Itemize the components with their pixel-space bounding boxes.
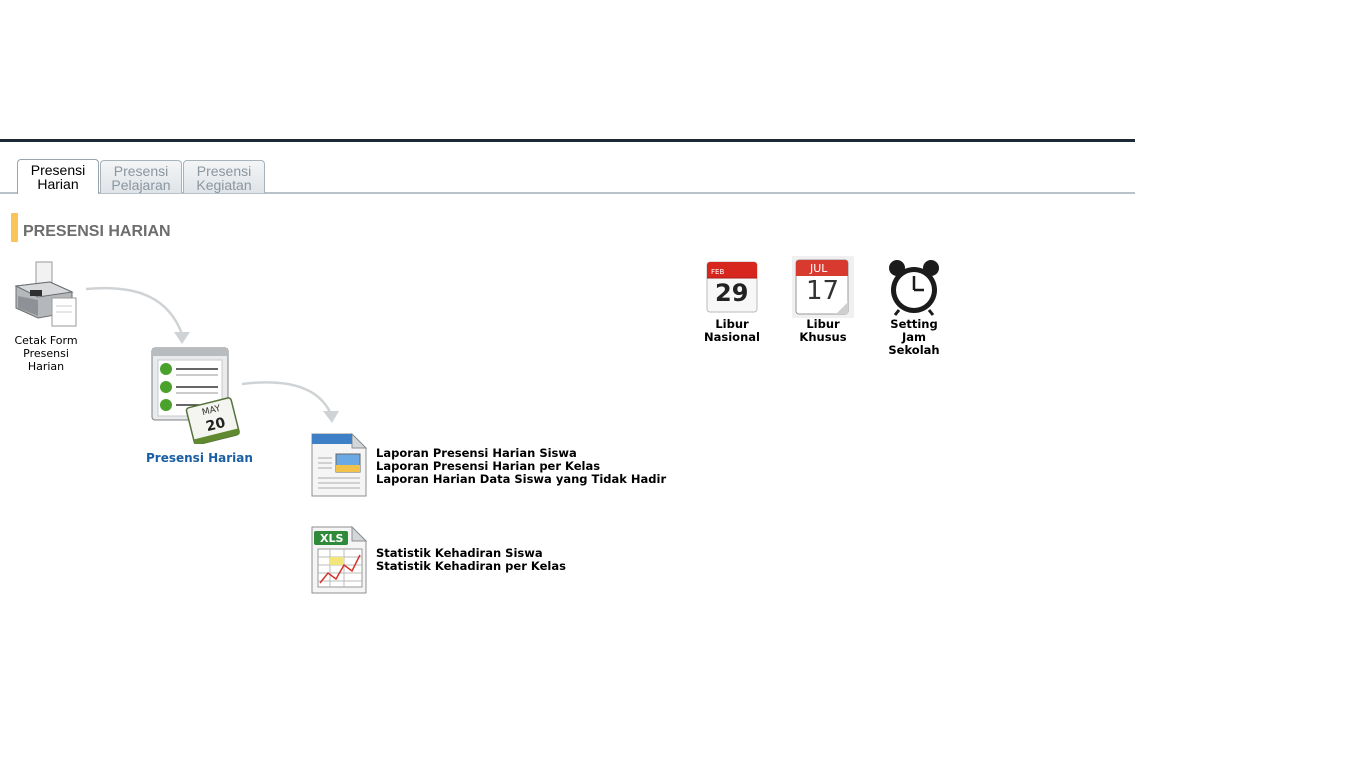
tab-label-line2: Pelajaran: [111, 177, 171, 193]
statistics-link-class[interactable]: Statistik Kehadiran per Kelas: [376, 560, 566, 573]
national-holiday-line2: Nasional: [704, 330, 760, 344]
tab-label-line1: Presensi: [196, 163, 252, 179]
national-holiday-button[interactable]: FEB 29: [705, 260, 759, 316]
flow-arrow-2: [241, 381, 339, 423]
tab-label-line2: Kegiatan: [196, 177, 252, 193]
section-title: PRESENSI HARIAN: [23, 223, 171, 240]
report-links: Laporan Presensi Harian Siswa Laporan Pr…: [376, 447, 666, 486]
daily-attendance-button[interactable]: MAY 20: [150, 346, 242, 446]
document-icon: [311, 432, 368, 497]
print-form-button[interactable]: [10, 260, 80, 330]
tab-presensi-harian[interactable]: Presensi Harian: [17, 159, 99, 194]
special-holiday-button[interactable]: JUL 17: [792, 256, 854, 318]
school-hours-button[interactable]: [887, 258, 941, 316]
tab-label-line1: Presensi: [113, 163, 169, 179]
statistics-links: Statistik Kehadiran Siswa Statistik Keha…: [376, 547, 566, 573]
checklist-calendar-icon: [151, 347, 240, 446]
section-accent-bar: [11, 213, 18, 242]
special-holiday-caption[interactable]: Libur Khusus: [788, 318, 858, 344]
xls-label: XLS: [320, 532, 344, 545]
calendar-month: FEB: [711, 268, 725, 276]
daily-attendance-link[interactable]: Presensi Harian: [146, 451, 253, 465]
report-doc-icon-wrap[interactable]: [308, 432, 370, 500]
flow-arrow-1: [85, 286, 190, 344]
calendar-day: 17: [806, 276, 840, 306]
statistics-icon-wrap[interactable]: XLS: [308, 525, 370, 597]
report-link-absent[interactable]: Laporan Harian Data Siswa yang Tidak Had…: [376, 473, 666, 486]
school-hours-caption[interactable]: Setting Jam Sekolah: [879, 318, 949, 357]
tab-presensi-pelajaran[interactable]: Presensi Pelajaran: [100, 160, 182, 193]
school-hours-line3: Sekolah: [888, 343, 940, 357]
print-form-caption[interactable]: Cetak Form Presensi Harian: [4, 334, 88, 373]
frame-top-border: [0, 139, 1135, 142]
tab-presensi-kegiatan[interactable]: Presensi Kegiatan: [183, 160, 265, 193]
alarm-clock-icon: [889, 260, 939, 316]
print-form-line2: Presensi Harian: [23, 347, 69, 373]
tab-label-line1: Presensi: [30, 162, 86, 178]
calendar-day: 29: [715, 279, 749, 307]
tab-label-line2: Harian: [37, 176, 79, 192]
print-form-line1: Cetak Form: [14, 334, 78, 347]
tab-bar: Presensi Harian Presensi Pelajaran Prese…: [0, 159, 1135, 194]
printer-icon: [14, 261, 77, 327]
calendar-month: JUL: [810, 262, 828, 275]
special-holiday-line2: Khusus: [799, 330, 847, 344]
national-holiday-caption[interactable]: Libur Nasional: [697, 318, 767, 344]
